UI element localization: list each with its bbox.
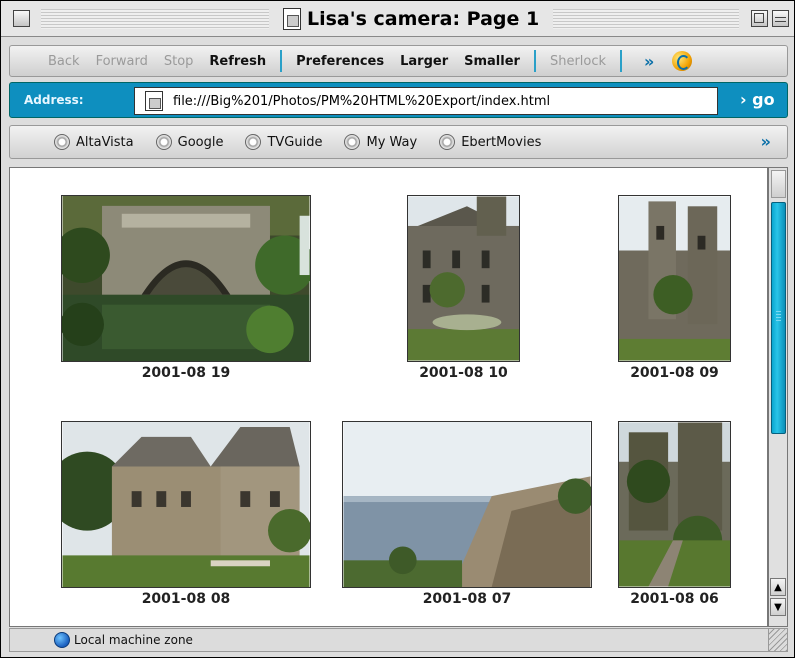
favorite-link-icon xyxy=(439,134,456,150)
favorite-label: My Way xyxy=(366,134,418,150)
security-zone-text: Local machine zone xyxy=(74,633,193,647)
photo-thumbnail[interactable]: 2001-08 09 xyxy=(618,195,731,385)
castle-courtyard-photo[interactable] xyxy=(407,195,520,362)
address-input[interactable] xyxy=(173,93,713,109)
favorite-label: Google xyxy=(177,134,224,150)
castle-ruin-photo[interactable] xyxy=(618,195,731,362)
favorite-link-icon xyxy=(155,134,172,150)
scrollbar-thumb[interactable] xyxy=(771,202,786,434)
photo-date-caption[interactable]: 2001-08 08 xyxy=(61,591,311,607)
resize-grip[interactable] xyxy=(768,628,788,652)
close-box[interactable] xyxy=(13,10,30,27)
page-content: 2001-08 19 2001-08 10 2001-08 09 2001-08… xyxy=(9,167,768,627)
favorite-link-icon xyxy=(344,134,361,150)
status-bar: Local machine zone xyxy=(9,628,788,652)
photo-date-caption[interactable]: 2001-08 07 xyxy=(342,591,592,607)
scroll-down-arrow-icon[interactable]: ▼ xyxy=(770,598,786,616)
photo-date-caption[interactable]: 2001-08 06 xyxy=(618,591,731,607)
favorites-bar: AltaVista Google TVGuide My Way EbertMov… xyxy=(9,125,788,159)
favorite-my-way[interactable]: My Way xyxy=(344,134,417,150)
title-bar-stripes-right xyxy=(553,9,739,29)
favorite-tvguide[interactable]: TVGuide xyxy=(245,134,322,150)
smaller-button[interactable]: Smaller xyxy=(456,54,528,69)
photo-thumbnail[interactable]: 2001-08 07 xyxy=(342,421,592,611)
favorites-more-chevron-icon[interactable]: » xyxy=(761,132,771,151)
toolbar-more-chevron-icon[interactable]: » xyxy=(644,52,654,71)
toolbar-separator xyxy=(533,50,536,72)
page-icon[interactable] xyxy=(145,91,163,111)
collapse-box[interactable] xyxy=(772,10,789,27)
preferences-button[interactable]: Preferences xyxy=(288,54,392,69)
favorite-ebertmovies[interactable]: EbertMovies xyxy=(439,134,541,150)
address-label: Address: xyxy=(24,93,84,107)
stone-mansion-photo[interactable] xyxy=(61,421,311,588)
document-icon xyxy=(283,8,301,30)
window-title-group: Lisa's camera: Page 1 xyxy=(277,5,546,33)
photo-thumbnail[interactable]: 2001-08 08 xyxy=(61,421,311,611)
seaside-rocks-photo[interactable] xyxy=(342,421,592,588)
address-bar: Address: › go xyxy=(9,82,788,118)
sherlock-button[interactable]: Sherlock xyxy=(542,54,614,69)
favorite-label: AltaVista xyxy=(76,134,134,150)
back-button[interactable]: Back xyxy=(40,54,88,69)
grotto-photo[interactable] xyxy=(61,195,311,362)
larger-button[interactable]: Larger xyxy=(392,54,456,69)
toolbar-separator xyxy=(280,50,283,72)
title-bar-stripes-left xyxy=(41,9,269,29)
explorer-globe-icon[interactable] xyxy=(672,51,693,71)
browser-window: Lisa's camera: Page 1 Back Forward Stop … xyxy=(0,0,795,658)
vertical-scrollbar[interactable]: ▲ ▼ xyxy=(768,167,788,627)
scroll-up-arrow-icon[interactable]: ▲ xyxy=(770,578,786,596)
photo-date-caption[interactable]: 2001-08 09 xyxy=(618,365,731,381)
refresh-button[interactable]: Refresh xyxy=(201,54,274,69)
forward-button[interactable]: Forward xyxy=(88,54,156,69)
toolbar-separator xyxy=(620,50,623,72)
photo-date-caption[interactable]: 2001-08 10 xyxy=(407,365,520,381)
title-bar[interactable]: Lisa's camera: Page 1 xyxy=(1,1,794,37)
photo-thumbnail[interactable]: 2001-08 10 xyxy=(407,195,520,385)
photo-date-caption[interactable]: 2001-08 19 xyxy=(61,365,311,381)
local-zone-icon xyxy=(54,632,70,648)
favorite-label: TVGuide xyxy=(267,134,323,150)
photo-thumbnail[interactable]: 2001-08 19 xyxy=(61,195,311,385)
window-title: Lisa's camera: Page 1 xyxy=(307,8,540,30)
tower-garden-photo[interactable] xyxy=(618,421,731,588)
favorite-link-icon xyxy=(245,134,262,150)
photo-thumbnail[interactable]: 2001-08 06 xyxy=(618,421,731,611)
favorite-link-icon xyxy=(54,134,70,150)
go-button[interactable]: › go xyxy=(740,90,775,109)
navigation-toolbar: Back Forward Stop Refresh Preferences La… xyxy=(9,45,788,77)
favorite-google[interactable]: Google xyxy=(155,134,224,150)
address-field[interactable] xyxy=(134,87,718,115)
zoom-box[interactable] xyxy=(751,10,768,27)
stop-button[interactable]: Stop xyxy=(156,54,202,69)
favorite-label: EbertMovies xyxy=(461,134,542,150)
scrollbar-track-top xyxy=(771,170,786,198)
favorite-altavista[interactable]: AltaVista xyxy=(54,134,134,150)
